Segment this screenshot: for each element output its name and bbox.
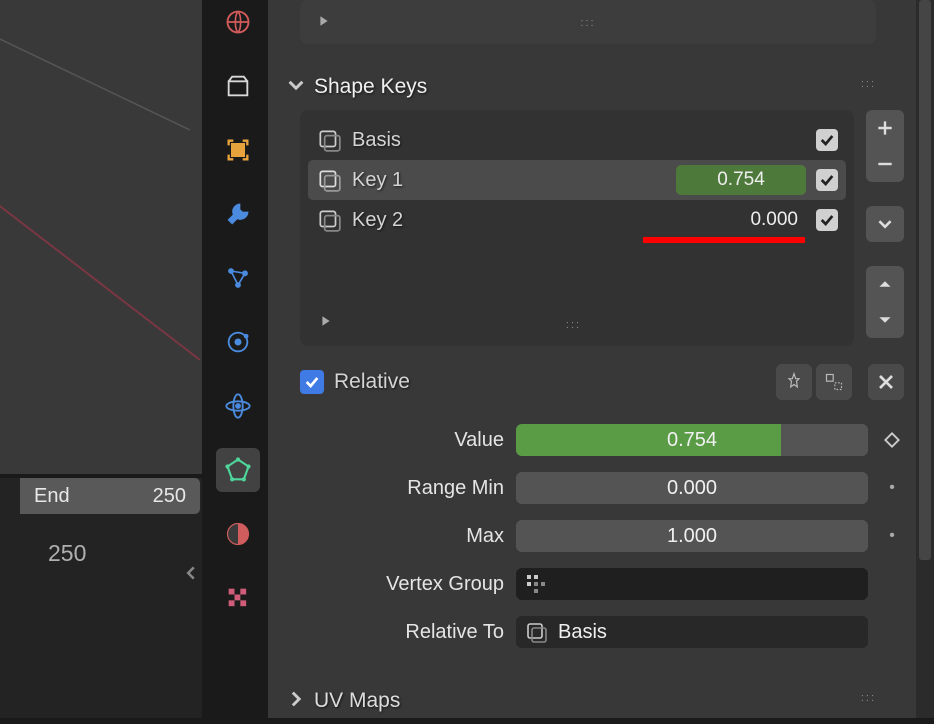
- prop-label-range-min: Range Min: [280, 477, 504, 500]
- grip-icon[interactable]: :::: [861, 78, 876, 90]
- shapekey-value: 0.754: [717, 169, 765, 191]
- vertex-group-field[interactable]: [516, 568, 868, 600]
- relative-row: Relative: [280, 362, 904, 402]
- tab-mesh-data[interactable]: [216, 448, 260, 492]
- shapekey-list[interactable]: Basis Key 1 0.754 Key 2 0.000: [300, 110, 854, 346]
- shapekey-specials-menu[interactable]: [866, 206, 904, 242]
- prop-row-value: Value 0.754: [280, 420, 904, 460]
- end-frame-value: 250: [153, 485, 186, 508]
- tab-constraints[interactable]: [216, 384, 260, 428]
- viewport-3d[interactable]: [0, 0, 202, 474]
- shapekey-icon: [316, 127, 342, 153]
- shapekey-icon: [316, 167, 342, 193]
- chevron-right-icon: [288, 691, 304, 712]
- shapekey-mute-checkbox[interactable]: [816, 169, 838, 191]
- range-min-text: 0.000: [667, 477, 717, 500]
- shapekey-icon: [524, 620, 548, 644]
- animate-dot-icon[interactable]: •: [880, 527, 904, 545]
- pin-button[interactable]: [776, 364, 812, 400]
- tab-texture[interactable]: [216, 576, 260, 620]
- collapse-sidebar-icon[interactable]: [184, 564, 198, 585]
- end-frame-field[interactable]: End 250: [20, 478, 200, 514]
- tab-collection[interactable]: [216, 64, 260, 108]
- range-max-text: 1.000: [667, 525, 717, 548]
- shapekey-side-buttons: [866, 110, 904, 346]
- relative-checkbox[interactable]: [300, 370, 324, 394]
- relative-label: Relative: [334, 370, 772, 394]
- play-icon[interactable]: [320, 314, 332, 332]
- prop-label-relative-to: Relative To: [280, 621, 504, 644]
- shapekey-name: Key 1: [352, 169, 666, 192]
- prop-row-vertex-group: Vertex Group: [280, 564, 904, 604]
- animate-dot-icon[interactable]: •: [880, 479, 904, 497]
- panel-title-shapekeys: Shape Keys: [314, 75, 427, 99]
- tab-physics[interactable]: [216, 320, 260, 364]
- annotation-underline: [643, 237, 805, 243]
- tab-modifiers[interactable]: [216, 192, 260, 236]
- shapekey-row-key1[interactable]: Key 1 0.754: [308, 160, 846, 200]
- end-frame-label: End: [34, 485, 70, 508]
- range-min-field[interactable]: 0.000: [516, 472, 868, 504]
- properties-panel: ::: Shape Keys ::: Basis Key 1 0.754: [268, 0, 916, 718]
- value-slider-text: 0.754: [667, 429, 717, 452]
- shapekey-value-field[interactable]: 0.000: [656, 205, 806, 235]
- grip-icon[interactable]: :::: [861, 692, 876, 704]
- shapekey-mute-checkbox[interactable]: [816, 129, 838, 151]
- prop-row-max: Max 1.000 •: [280, 516, 904, 556]
- timeline-frame-number: 250: [48, 540, 86, 567]
- shapekey-name: Key 2: [352, 209, 646, 232]
- range-max-field[interactable]: 1.000: [516, 520, 868, 552]
- panel-header-shapekeys[interactable]: Shape Keys :::: [280, 64, 904, 110]
- prop-row-range-min: Range Min 0.000 •: [280, 468, 904, 508]
- scrollbar-thumb[interactable]: [919, 0, 931, 560]
- panel-header-uvmaps[interactable]: UV Maps :::: [280, 678, 904, 724]
- prop-label-max: Max: [280, 525, 504, 548]
- move-shapekey-down-button[interactable]: [866, 302, 904, 338]
- shapekey-mute-checkbox[interactable]: [816, 209, 838, 231]
- add-shapekey-button[interactable]: [866, 110, 904, 146]
- play-icon[interactable]: [318, 14, 330, 32]
- shapekey-row-key2[interactable]: Key 2 0.000: [308, 200, 846, 240]
- vertex-group-icon: [524, 572, 548, 596]
- tab-object[interactable]: [216, 128, 260, 172]
- value-slider[interactable]: 0.754: [516, 424, 868, 456]
- keyframe-diamond-icon[interactable]: [880, 432, 904, 448]
- chevron-down-icon: [288, 77, 304, 98]
- remove-shapekey-button[interactable]: [866, 146, 904, 182]
- move-shapekey-up-button[interactable]: [866, 266, 904, 302]
- tab-material[interactable]: [216, 512, 260, 556]
- prop-row-relative-to: Relative To Basis: [280, 612, 904, 652]
- tab-particles[interactable]: [216, 256, 260, 300]
- delete-shapekey-button[interactable]: [868, 364, 904, 400]
- scrollbar[interactable]: [916, 0, 934, 718]
- shapekey-value-field[interactable]: 0.754: [676, 165, 806, 195]
- relative-to-text: Basis: [558, 621, 607, 644]
- relative-to-dropdown[interactable]: Basis: [516, 616, 868, 648]
- prop-label-value: Value: [280, 429, 504, 452]
- panel-title-uvmaps: UV Maps: [314, 689, 400, 713]
- properties-tab-column: [208, 0, 268, 718]
- previous-subpanel-footer: :::: [300, 0, 876, 44]
- grip-icon[interactable]: :::: [566, 319, 581, 331]
- tab-world[interactable]: [216, 0, 260, 44]
- shapekey-edit-mode-button[interactable]: [816, 364, 852, 400]
- shapekey-row-basis[interactable]: Basis: [308, 120, 846, 160]
- timeline-area: End 250 250: [0, 478, 202, 718]
- shapekey-icon: [316, 207, 342, 233]
- shapekey-value: 0.000: [750, 209, 798, 231]
- prop-label-vertex-group: Vertex Group: [280, 573, 504, 596]
- shapekey-name: Basis: [352, 129, 806, 152]
- grip-icon[interactable]: :::: [580, 17, 595, 29]
